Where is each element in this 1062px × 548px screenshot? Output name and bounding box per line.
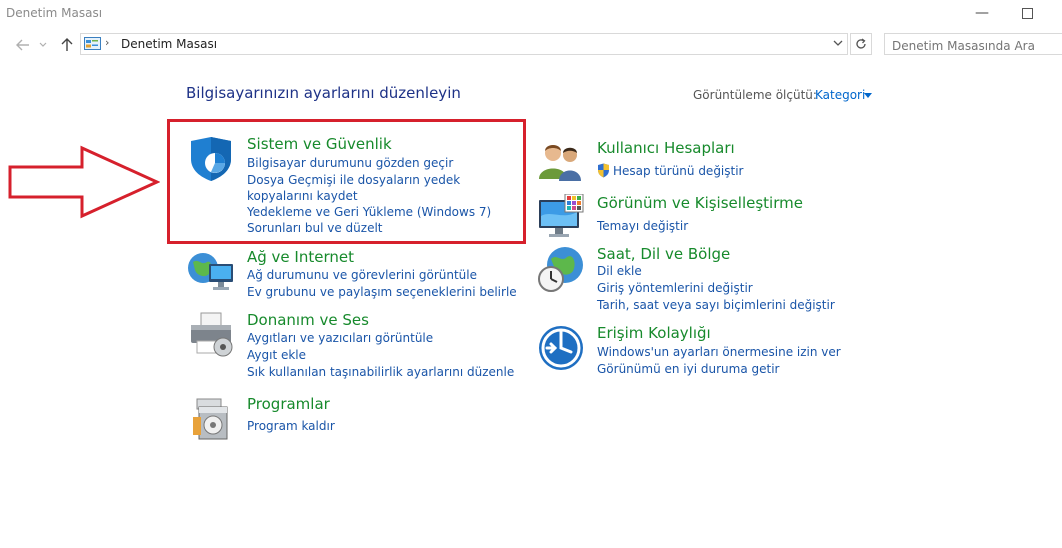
window-title: Denetim Masası — [6, 6, 103, 20]
category-link[interactable]: Aygıt ekle — [247, 348, 306, 362]
back-button[interactable] — [12, 34, 34, 56]
category-link[interactable]: Dil ekle — [597, 264, 642, 278]
arrow-up-icon — [61, 38, 73, 51]
caret-down-icon[interactable] — [864, 93, 872, 98]
category-link[interactable]: Ev grubunu ve paylaşım seçeneklerini bel… — [247, 285, 517, 299]
refresh-button[interactable] — [850, 33, 872, 55]
category-link[interactable]: Program kaldır — [247, 419, 335, 433]
title-bar: Denetim Masası — — [0, 0, 1062, 30]
category-title[interactable]: Programlar — [247, 395, 330, 413]
category-link[interactable]: Windows'un ayarları önermesine izin ver — [597, 345, 841, 359]
shield-icon — [191, 137, 231, 181]
category-title[interactable]: Donanım ve Ses — [247, 311, 369, 329]
category-link[interactable]: Temayı değiştir — [597, 219, 688, 233]
maximize-button[interactable] — [1007, 2, 1047, 26]
category-title[interactable]: Saat, Dil ve Bölge — [597, 245, 730, 263]
refresh-icon — [856, 38, 866, 49]
category-title[interactable]: Ağ ve Internet — [247, 248, 354, 266]
category-title[interactable]: Sistem ve Güvenlik — [247, 135, 392, 153]
maximize-icon — [1021, 7, 1033, 19]
clock-globe-icon — [538, 247, 583, 292]
category-link[interactable]: Yedekleme ve Geri Yükleme (Windows 7) — [247, 205, 491, 219]
programs-icon — [193, 398, 228, 440]
category-link[interactable]: Tarih, saat veya sayı biçimlerini değişt… — [597, 298, 835, 312]
control-panel-icon — [84, 37, 101, 50]
page-title: Bilgisayarınızın ayarlarını düzenleyin — [186, 84, 461, 102]
navigation-bar: › Denetim Masası — [0, 32, 1062, 58]
minimize-button[interactable]: — — [962, 2, 1002, 26]
chevron-down-icon[interactable] — [833, 38, 843, 48]
category-link[interactable]: Giriş yöntemlerini değiştir — [597, 281, 753, 295]
category-title[interactable]: Erişim Kolaylığı — [597, 324, 711, 342]
up-button[interactable] — [58, 34, 76, 56]
category-link[interactable]: Sorunları bul ve düzelt — [247, 221, 383, 235]
category-title[interactable]: Görünüm ve Kişiselleştirme — [597, 194, 803, 212]
arrow-left-icon — [16, 39, 29, 51]
address-bar[interactable]: › Denetim Masası — [80, 33, 848, 55]
recent-locations-button[interactable] — [36, 34, 50, 56]
category-link[interactable]: Dosya Geçmişi ile dosyaların yedek kopya… — [247, 172, 507, 204]
breadcrumb-item[interactable]: Denetim Masası — [121, 37, 217, 51]
category-link[interactable]: Bilgisayar durumunu gözden geçir — [247, 156, 453, 170]
printer-icon — [191, 312, 233, 357]
monitor-palette-icon — [539, 194, 584, 237]
view-by-label: Görüntüleme ölçütü: — [693, 88, 817, 102]
search-input[interactable] — [884, 33, 1062, 55]
category-link[interactable]: Ağ durumunu ve görevlerini görüntüle — [247, 268, 477, 282]
category-link[interactable]: Görünümü en iyi duruma getir — [597, 362, 779, 376]
category-link[interactable]: Sık kullanılan taşınabilirlik ayarlarını… — [247, 365, 514, 379]
breadcrumb-separator-icon: › — [105, 36, 110, 49]
chevron-down-icon — [39, 42, 47, 47]
pointer-arrow-annotation — [8, 145, 160, 219]
category-link[interactable]: Hesap türünü değiştir — [613, 164, 744, 178]
category-link[interactable]: Aygıtları ve yazıcıları görüntüle — [247, 331, 433, 345]
minimize-icon: — — [975, 5, 989, 21]
category-title[interactable]: Kullanıcı Hesapları — [597, 139, 735, 157]
view-by-dropdown[interactable]: Kategori — [815, 88, 865, 102]
accessibility-icon — [539, 326, 583, 370]
network-globe-icon — [188, 253, 233, 290]
uac-shield-icon — [598, 163, 609, 178]
users-icon — [539, 145, 581, 181]
